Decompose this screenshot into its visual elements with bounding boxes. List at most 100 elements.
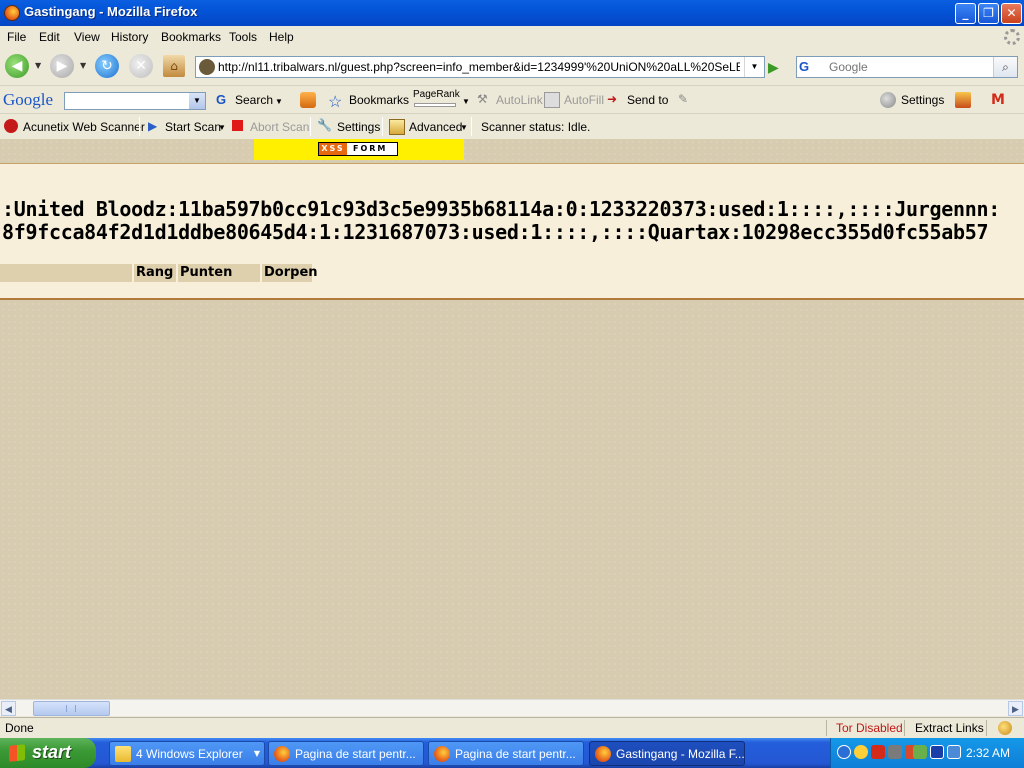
google-search-button[interactable]: Search <box>235 93 273 107</box>
member-info-panel: :United Bloodz:11ba597b0cc91c93d3c5e9935… <box>0 163 1024 300</box>
magnifier-icon[interactable]: ⌕ <box>993 57 1017 77</box>
site-favicon-icon <box>199 59 215 75</box>
status-bar: Done Tor Disabled Extract Links <box>0 717 1024 738</box>
menu-history[interactable]: History <box>111 30 148 44</box>
menu-file[interactable]: File <box>7 30 26 44</box>
tray-notes-icon[interactable] <box>913 745 927 759</box>
gadgets-icon[interactable] <box>955 92 971 108</box>
menu-help[interactable]: Help <box>269 30 294 44</box>
clock[interactable]: 2:32 AM <box>966 746 1010 760</box>
page-content: XSS FORM :United Bloodz:11ba597b0cc91c93d… <box>0 139 1024 699</box>
messenger-icon[interactable] <box>854 745 868 759</box>
menu-bookmarks[interactable]: Bookmarks <box>161 30 221 44</box>
google-bookmarks-button[interactable]: Bookmarks <box>349 93 409 107</box>
url-input[interactable] <box>218 59 740 75</box>
abort-scan-button[interactable]: Abort Scan <box>250 120 309 134</box>
stop-button[interactable]: ✕ <box>129 54 153 78</box>
pagerank-bar <box>414 103 456 107</box>
stop-icon: ✕ <box>135 58 147 74</box>
status-separator <box>826 720 827 736</box>
folder-icon <box>115 746 131 762</box>
autofill-button[interactable]: AutoFill <box>564 93 604 107</box>
autolink-icon: ⚒ <box>477 92 488 106</box>
activity-throbber-icon <box>1004 29 1020 45</box>
advanced-button[interactable]: Advanced <box>409 120 462 134</box>
system-tray: 2:32 AM <box>830 738 1024 768</box>
play-icon: ▶ <box>148 119 158 133</box>
search-engine-icon[interactable]: G <box>799 59 825 75</box>
chevron-down-icon[interactable]: ▼ <box>189 93 205 109</box>
scroll-right-icon[interactable]: ▶ <box>1008 701 1023 716</box>
google-logo[interactable]: Google <box>3 90 53 110</box>
scanner-status: Scanner status: Idle. <box>481 120 591 134</box>
start-scan-button[interactable]: Start Scan <box>165 120 221 134</box>
firefox-icon <box>595 746 611 762</box>
reload-button[interactable]: ↻ <box>95 54 119 78</box>
search-bar[interactable]: G ⌕ <box>796 56 1018 78</box>
form-label: FORM <box>353 144 388 153</box>
pagerank-label: PageRank <box>413 89 460 100</box>
taskbar-item-explorer[interactable]: 4 Windows Explorer ▼ <box>109 741 265 766</box>
xss-form-button[interactable]: XSS FORM <box>318 142 398 156</box>
greasemonkey-icon[interactable] <box>998 721 1012 735</box>
taskbar-item-label: Pagina de start pentr... <box>455 747 576 761</box>
taskbar-item-firefox-1[interactable]: Pagina de start pentr... <box>268 741 424 766</box>
menu-edit[interactable]: Edit <box>39 30 60 44</box>
forward-history-dropdown-icon[interactable]: ▼ <box>80 61 86 70</box>
grip-icon <box>66 705 76 712</box>
settings-gear-icon <box>880 92 896 108</box>
toolbar-separator <box>471 117 472 136</box>
home-button[interactable]: ⌂ <box>163 55 185 77</box>
start-button[interactable]: start <box>0 738 96 768</box>
forward-button[interactable]: ▶ <box>50 54 74 78</box>
acunetix-title: Acunetix Web Scanner <box>23 120 145 134</box>
tray-expand-icon[interactable] <box>837 745 851 759</box>
close-button[interactable]: ✕ <box>1001 3 1022 24</box>
scroll-left-icon[interactable]: ◀ <box>1 701 16 716</box>
popup-blocker-icon[interactable] <box>300 92 316 108</box>
minimize-button[interactable]: _ <box>955 3 976 24</box>
firefox-icon <box>274 746 290 762</box>
acunetix-settings-button[interactable]: Settings <box>337 120 380 134</box>
acunetix-logo-icon <box>4 119 18 133</box>
network-icon[interactable] <box>888 745 902 759</box>
pagerank-dropdown-icon[interactable]: ▼ <box>462 97 470 106</box>
go-arrow-icon[interactable]: ▶ <box>768 59 784 75</box>
back-history-dropdown-icon[interactable]: ▼ <box>35 61 41 70</box>
horizontal-scrollbar[interactable]: ◀ ▶ <box>0 699 1024 716</box>
gmail-icon[interactable]: M <box>991 92 1007 108</box>
send-to-button[interactable]: Send to <box>627 93 668 107</box>
search-input[interactable] <box>829 59 989 75</box>
highlighter-icon[interactable]: ✎ <box>678 92 694 108</box>
antivirus-icon[interactable] <box>871 745 885 759</box>
maximize-button[interactable]: ❐ <box>978 3 999 24</box>
leaked-data-line-2: 8f9fcca84f2d1d1ddbe80645d4:1:1231687073:… <box>2 220 989 244</box>
tor-status-button[interactable]: Tor Disabled <box>836 721 903 735</box>
status-separator <box>986 720 987 736</box>
advanced-dropdown-icon[interactable]: ▼ <box>460 123 468 132</box>
menu-tools[interactable]: Tools <box>229 30 257 44</box>
status-separator <box>904 720 905 736</box>
taskbar-item-firefox-2[interactable]: Pagina de start pentr... <box>428 741 584 766</box>
back-button[interactable]: ◀ <box>5 54 29 78</box>
scroll-thumb[interactable] <box>33 701 110 716</box>
url-dropdown-icon[interactable]: ▼ <box>744 57 764 77</box>
toolbar-separator <box>382 117 383 136</box>
address-bar[interactable]: ▼ <box>195 56 765 78</box>
search-dropdown-icon[interactable]: ▼ <box>275 97 283 106</box>
tray-display-icon[interactable] <box>947 745 961 759</box>
autofill-icon <box>544 92 560 108</box>
window-titlebar[interactable]: Gastingang - Mozilla Firefox _ ❐ ✕ <box>0 0 1024 26</box>
table-header-rang: Rang <box>134 264 176 282</box>
table-header-punten: Punten <box>178 264 260 282</box>
google-settings-button[interactable]: Settings <box>901 93 944 107</box>
start-label: start <box>32 742 72 762</box>
autolink-button[interactable]: AutoLink <box>496 93 543 107</box>
tray-p-icon[interactable] <box>930 745 944 759</box>
google-search-combo[interactable]: ▼ <box>64 92 206 110</box>
taskbar-item-firefox-active[interactable]: Gastingang - Mozilla F... <box>589 741 745 766</box>
extract-links-button[interactable]: Extract Links <box>915 721 984 735</box>
taskbar-item-label: 4 Windows Explorer <box>136 747 243 761</box>
menu-view[interactable]: View <box>74 30 100 44</box>
start-scan-dropdown-icon[interactable]: ▼ <box>218 123 226 132</box>
